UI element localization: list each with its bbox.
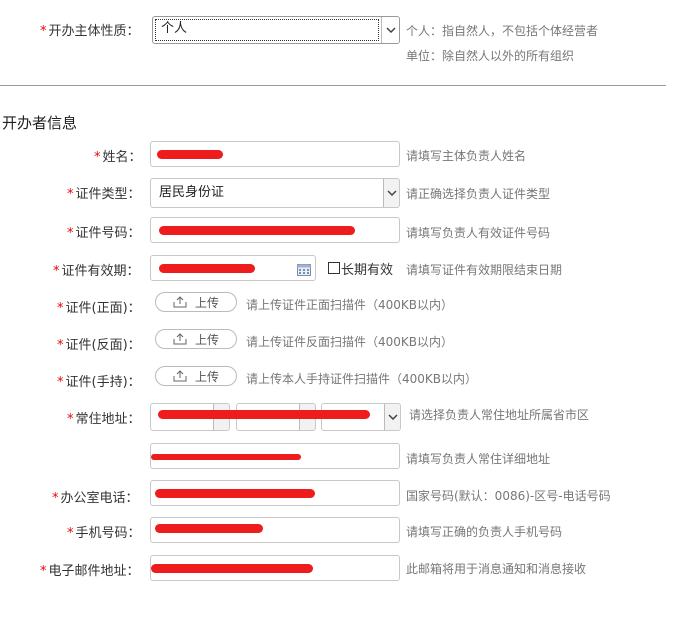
office-phone-label: * 办公室电话： (52, 491, 139, 506)
office-phone-hint: 国家号码(默认：0086)-区号-电话号码 (406, 489, 611, 503)
required-star: * (40, 24, 47, 39)
mobile-hint: 请填写正确的负责人手机号码 (406, 525, 563, 539)
redaction-mark (157, 150, 223, 159)
address-detail-input[interactable] (150, 443, 400, 469)
chevron-down-icon[interactable] (383, 179, 399, 207)
email-label: * 电子邮件地址： (40, 564, 140, 579)
id-number-hint: 请填写负责人有效证件号码 (406, 226, 551, 240)
entity-type-label: * 开办主体性质： (40, 24, 140, 39)
address-label: * 常住地址： (67, 412, 141, 427)
upload-icon (173, 296, 187, 308)
id-front-label: * 证件(正面)： (57, 301, 141, 316)
id-hand-label: * 证件(手持)： (57, 375, 141, 390)
id-front-upload-button[interactable]: 上传 (155, 292, 237, 312)
id-back-upload-button[interactable]: 上传 (155, 329, 237, 349)
upload-icon (173, 370, 187, 382)
redaction-mark (151, 454, 301, 460)
redaction-mark (151, 564, 313, 573)
id-hand-upload-button[interactable]: 上传 (155, 366, 237, 386)
mobile-input[interactable] (150, 517, 400, 543)
long-term-label: 长期有效 (341, 263, 394, 278)
id-number-input[interactable] (150, 217, 400, 243)
name-input[interactable] (150, 141, 400, 167)
id-type-select[interactable]: 居民身份证 (150, 178, 400, 208)
id-number-label: * 证件号码： (67, 226, 141, 241)
name-hint: 请填写主体负责人姓名 (406, 149, 527, 163)
office-phone-input[interactable] (150, 480, 400, 506)
address-region-hint: 请选择负责人常住地址所属省市区 (409, 408, 590, 422)
redaction-mark (159, 226, 355, 235)
chevron-down-icon[interactable] (381, 17, 399, 43)
redaction-mark (159, 264, 255, 273)
id-hand-hint: 请上传本人手持证件扫描件（400KB以内） (246, 372, 478, 386)
entity-person-hint: 个人：指自然人，不包括个体经营者 (406, 24, 599, 38)
redaction-mark (155, 489, 315, 498)
address-detail-hint: 请填写负责人常住详细地址 (406, 452, 551, 466)
calendar-icon[interactable] (297, 261, 311, 280)
id-back-hint: 请上传证件反面扫描件（400KB以内） (246, 335, 454, 349)
id-validity-label: * 证件有效期： (53, 264, 140, 279)
redaction-mark (158, 410, 370, 419)
id-front-hint: 请上传证件正面扫描件（400KB以内） (246, 298, 454, 312)
id-type-label: * 证件类型： (67, 187, 141, 202)
email-hint: 此邮箱将用于消息通知和消息接收 (406, 562, 587, 576)
id-validity-hint: 请填写证件有效期限结束日期 (406, 263, 563, 277)
entity-type-select[interactable]: 个人 (152, 16, 400, 44)
upload-icon (173, 333, 187, 345)
name-label: * 姓名： (94, 150, 142, 165)
chevron-down-icon[interactable] (384, 404, 400, 430)
email-input[interactable] (150, 555, 400, 581)
redaction-mark (155, 524, 263, 533)
long-term-checkbox[interactable] (328, 262, 340, 274)
id-type-hint: 请正确选择负责人证件类型 (406, 187, 551, 201)
id-validity-date-input[interactable] (150, 255, 316, 281)
mobile-label: * 手机号码： (67, 526, 141, 541)
id-back-label: * 证件(反面)： (57, 338, 141, 353)
section-divider (0, 85, 666, 86)
entity-org-hint: 单位：除自然人以外的所有组织 (406, 49, 575, 63)
section-title: 开办者信息 (2, 114, 78, 132)
